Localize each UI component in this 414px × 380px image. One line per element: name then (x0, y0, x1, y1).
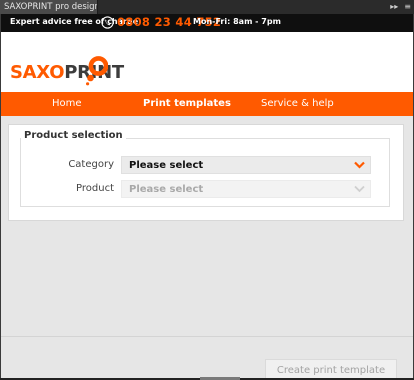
opening-hours: Mon-Fri: 8am - 7pm (193, 17, 281, 26)
plugin-panel: Expert advice free of charge 0808 23 44 … (1, 14, 413, 378)
category-select-value: Please select (129, 160, 204, 171)
window-titlebar: SAXOPRINT pro design ▸▸ ≡ (0, 0, 414, 14)
main-nav: Home Print templates Service & help (1, 92, 413, 116)
logo-saxo-text: SAXO (10, 62, 65, 83)
product-select[interactable]: Please select (121, 180, 371, 198)
product-selection-legend: Product selection (21, 130, 126, 141)
chevron-down-icon (354, 185, 365, 193)
category-label: Category (68, 159, 114, 170)
saxoprint-logo-icon (86, 56, 108, 86)
window-tab-title[interactable]: SAXOPRINT pro design (0, 0, 98, 14)
collapse-panel-icon[interactable]: ▸▸ (390, 1, 398, 13)
nav-home[interactable]: Home (52, 92, 82, 116)
header: SAXOPRINT (1, 32, 413, 92)
window-controls: ▸▸ ≡ (390, 1, 411, 13)
phone-icon (101, 16, 114, 29)
nav-print-templates[interactable]: Print templates (143, 92, 231, 116)
contact-bar: Expert advice free of charge 0808 23 44 … (1, 14, 413, 32)
create-print-template-button[interactable]: Create print template (265, 359, 397, 378)
product-label: Product (76, 183, 114, 194)
nav-service-help[interactable]: Service & help (261, 92, 334, 116)
category-select[interactable]: Please select (121, 156, 371, 174)
product-select-value: Please select (129, 184, 204, 195)
panel-menu-icon[interactable]: ≡ (404, 1, 411, 13)
chevron-down-icon (354, 161, 365, 169)
